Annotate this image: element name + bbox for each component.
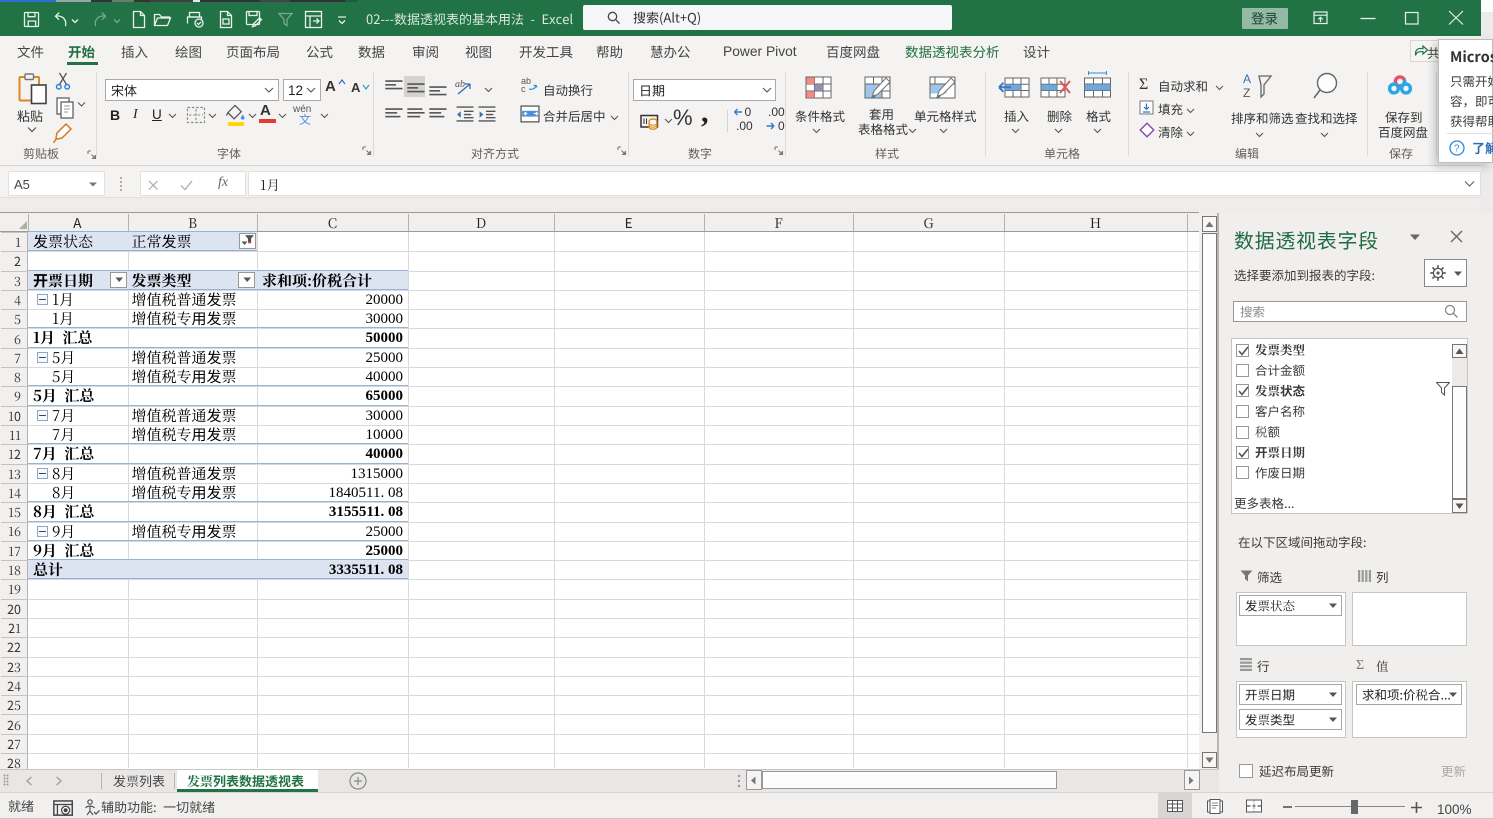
svg-text:ab: ab xyxy=(455,79,465,90)
svg-text:.00: .00 xyxy=(768,107,785,119)
svg-text:wén: wén xyxy=(293,104,311,113)
svg-text:.00: .00 xyxy=(736,119,753,133)
svg-text:?: ? xyxy=(1454,144,1460,155)
svg-text:Z: Z xyxy=(1243,86,1250,100)
svg-text:c: c xyxy=(521,84,526,93)
svg-text:0: 0 xyxy=(745,107,752,119)
svg-text:A: A xyxy=(1243,72,1251,86)
svg-text:0: 0 xyxy=(778,119,785,133)
